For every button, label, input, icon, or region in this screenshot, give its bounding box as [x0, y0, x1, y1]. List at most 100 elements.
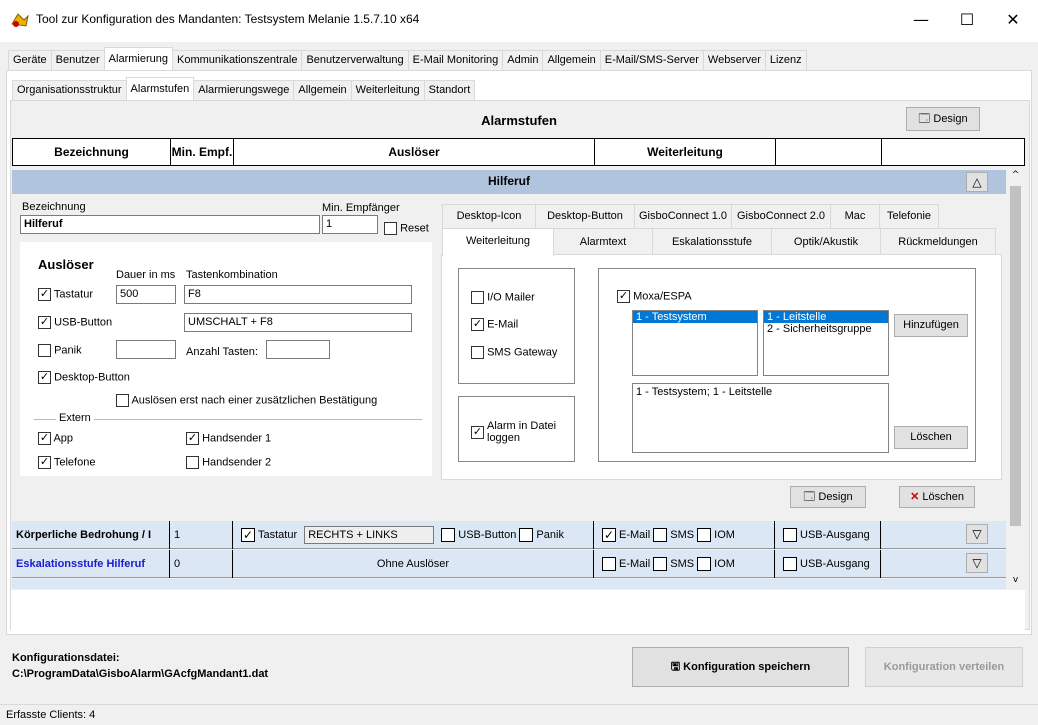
- sms-checkbox[interactable]: [653, 528, 668, 543]
- tab-optik-akustik[interactable]: Optik/Akustik: [771, 228, 881, 254]
- min-empf-input[interactable]: 1: [322, 215, 378, 234]
- tab-benutzer[interactable]: Benutzer: [50, 50, 105, 70]
- tastatur-keys-input[interactable]: F8: [184, 285, 412, 304]
- tab-organisationsstruktur[interactable]: Organisationsstruktur: [12, 80, 127, 100]
- tab-gisboconnect1[interactable]: GisboConnect 1.0: [634, 204, 732, 228]
- usb-ausgang-checkbox[interactable]: [783, 528, 797, 543]
- email-checkbox[interactable]: ✓ E-Mail: [471, 318, 518, 331]
- tab-allgemein[interactable]: Allgemein: [542, 50, 601, 70]
- reset-checkbox[interactable]: Reset: [384, 222, 429, 235]
- collapse-button[interactable]: △: [966, 172, 988, 192]
- io-mailer-checkbox[interactable]: I/O Mailer: [471, 291, 535, 304]
- system-list[interactable]: 1 - Testsystem: [632, 310, 758, 376]
- distribute-config-button[interactable]: Konfiguration verteilen: [865, 647, 1023, 687]
- table-row[interactable]: Eskalationsstufe Hilferuf 0 Ohne Auslöse…: [12, 550, 1006, 578]
- iom-checkbox[interactable]: [697, 557, 712, 572]
- design-button[interactable]: 🗔 Design: [906, 107, 980, 131]
- design-bottom-button[interactable]: 🗔 Design: [790, 486, 866, 508]
- tab-alarmierung[interactable]: Alarmierung: [103, 47, 173, 70]
- expand-button[interactable]: ▽: [966, 524, 988, 544]
- tab-mac[interactable]: Mac: [830, 204, 880, 228]
- expand-button[interactable]: ▽: [966, 553, 988, 573]
- telefone-checkbox[interactable]: ✓ Telefone: [38, 456, 95, 469]
- gruppe-list[interactable]: 1 - Leitstelle 2 - Sicherheitsgruppe: [763, 310, 889, 376]
- scroll-up-icon[interactable]: ^: [1007, 167, 1024, 184]
- tab-admin[interactable]: Admin: [502, 50, 544, 70]
- list-item[interactable]: 1 - Testsystem: [633, 311, 757, 323]
- reset-box[interactable]: [384, 222, 397, 235]
- delete-icon: ✕: [910, 491, 920, 503]
- tab-alarmierungswege[interactable]: Alarmierungswege: [193, 80, 295, 100]
- main-tabs: Geräte Benutzer Alarmierung Kommunikatio…: [8, 47, 807, 70]
- usb-checkbox[interactable]: [441, 528, 456, 543]
- delete-button[interactable]: ✕ Löschen: [899, 486, 975, 508]
- tab-rueckmeldungen[interactable]: Rückmeldungen: [880, 228, 996, 254]
- table-row[interactable]: Körperliche Bedrohung / I 1 ✓ Tastatur RE…: [12, 521, 1006, 549]
- tab-alarmstufen[interactable]: Alarmstufen: [125, 77, 195, 100]
- usb-keys-input[interactable]: UMSCHALT + F8: [184, 313, 412, 332]
- loeschen-button[interactable]: Löschen: [894, 426, 968, 449]
- tab-geraete[interactable]: Geräte: [8, 50, 52, 70]
- email-checkbox[interactable]: [602, 557, 616, 572]
- panik-checkbox[interactable]: Panik: [38, 344, 82, 357]
- app-window: Tool zur Konfiguration des Mandanten: Te…: [0, 0, 1038, 725]
- tab-gisboconnect2[interactable]: GisboConnect 2.0: [731, 204, 831, 228]
- alarm-datei-checkbox[interactable]: ✓ Alarm in Datei loggen: [471, 420, 567, 444]
- tab-eskalationsstufe[interactable]: Eskalationsstufe: [652, 228, 772, 254]
- scroll-thumb[interactable]: [1010, 186, 1021, 526]
- bezeichnung-input[interactable]: Hilferuf: [20, 215, 320, 234]
- handsender1-checkbox[interactable]: ✓ Handsender 1: [186, 432, 271, 445]
- min-empf-label: Min. Empfänger: [322, 202, 400, 214]
- row-min: 0: [170, 550, 233, 578]
- handsender2-checkbox[interactable]: Handsender 2: [186, 456, 271, 469]
- minimize-button[interactable]: —: [898, 0, 944, 40]
- close-button[interactable]: ✕: [990, 0, 1036, 40]
- hinzufuegen-button[interactable]: Hinzufügen: [894, 314, 968, 337]
- save-config-button[interactable]: 🖫 Konfiguration speichern: [632, 647, 849, 687]
- anzahl-input[interactable]: [266, 340, 330, 359]
- list-item[interactable]: 1 - Leitstelle: [764, 311, 888, 323]
- result-list[interactable]: 1 - Testsystem; 1 - Leitstelle: [632, 383, 889, 453]
- maximize-button[interactable]: ☐: [944, 0, 990, 40]
- sms-checkbox[interactable]: [653, 557, 668, 572]
- row-name: Eskalationsstufe Hilferuf: [12, 550, 170, 578]
- tab-email-monitoring[interactable]: E-Mail Monitoring: [407, 50, 504, 70]
- tab-r-weiterleitung[interactable]: Weiterleitung: [442, 228, 554, 256]
- tab-email-sms-server[interactable]: E-Mail/SMS-Server: [599, 50, 704, 70]
- usb-ausgang-checkbox[interactable]: [783, 557, 797, 572]
- tab-weiterleitung[interactable]: Weiterleitung: [350, 80, 425, 100]
- sub-tabs: Organisationsstruktur Alarmstufen Alarmi…: [12, 77, 476, 100]
- panik-checkbox[interactable]: [519, 528, 534, 543]
- tab-desktop-button[interactable]: Desktop-Button: [535, 204, 635, 228]
- right-tabs-row2: Weiterleitung Alarmtext Eskalationsstufe…: [442, 228, 996, 256]
- panik-dauer-input[interactable]: [116, 340, 176, 359]
- iom-checkbox[interactable]: [697, 528, 712, 543]
- status-bar: Erfasste Clients: 4: [0, 704, 1038, 725]
- tab-benutzerverwaltung[interactable]: Benutzerverwaltung: [301, 50, 409, 70]
- keys-input[interactable]: RECHTS + LINKS: [304, 526, 435, 545]
- tab-alarmtext[interactable]: Alarmtext: [553, 228, 653, 254]
- window-title: Tool zur Konfiguration des Mandanten: Te…: [36, 12, 420, 26]
- email-checkbox[interactable]: ✓: [602, 528, 616, 543]
- moxa-checkbox[interactable]: ✓ Moxa/ESPA: [617, 290, 692, 303]
- tab-sub-allgemein[interactable]: Allgemein: [293, 80, 352, 100]
- design-icon: 🗔: [803, 491, 816, 503]
- sms-gateway-checkbox[interactable]: SMS Gateway: [471, 346, 557, 359]
- bestaetigung-checkbox[interactable]: Auslösen erst nach einer zusätzlichen Be…: [116, 394, 377, 407]
- tastatur-checkbox[interactable]: ✓: [241, 528, 255, 543]
- tab-standort[interactable]: Standort: [423, 80, 476, 100]
- app-checkbox[interactable]: ✓ App: [38, 432, 73, 445]
- row-min: 1: [170, 521, 233, 549]
- tastatur-checkbox[interactable]: ✓ Tastatur: [38, 288, 93, 301]
- scroll-down-icon[interactable]: v: [1007, 572, 1024, 589]
- tab-kommunikationszentrale[interactable]: Kommunikationszentrale: [171, 50, 303, 70]
- desktop-button-checkbox[interactable]: ✓ Desktop-Button: [38, 371, 130, 384]
- usb-checkbox[interactable]: ✓ USB-Button: [38, 316, 112, 329]
- tab-telefonie[interactable]: Telefonie: [879, 204, 939, 228]
- tab-lizenz[interactable]: Lizenz: [764, 50, 807, 70]
- tab-webserver[interactable]: Webserver: [702, 50, 766, 70]
- vertical-scrollbar[interactable]: ^ v: [1007, 167, 1024, 589]
- tastatur-dauer-input[interactable]: 500: [116, 285, 176, 304]
- list-item[interactable]: 2 - Sicherheitsgruppe: [764, 323, 888, 335]
- tab-desktop-icon[interactable]: Desktop-Icon: [442, 204, 536, 228]
